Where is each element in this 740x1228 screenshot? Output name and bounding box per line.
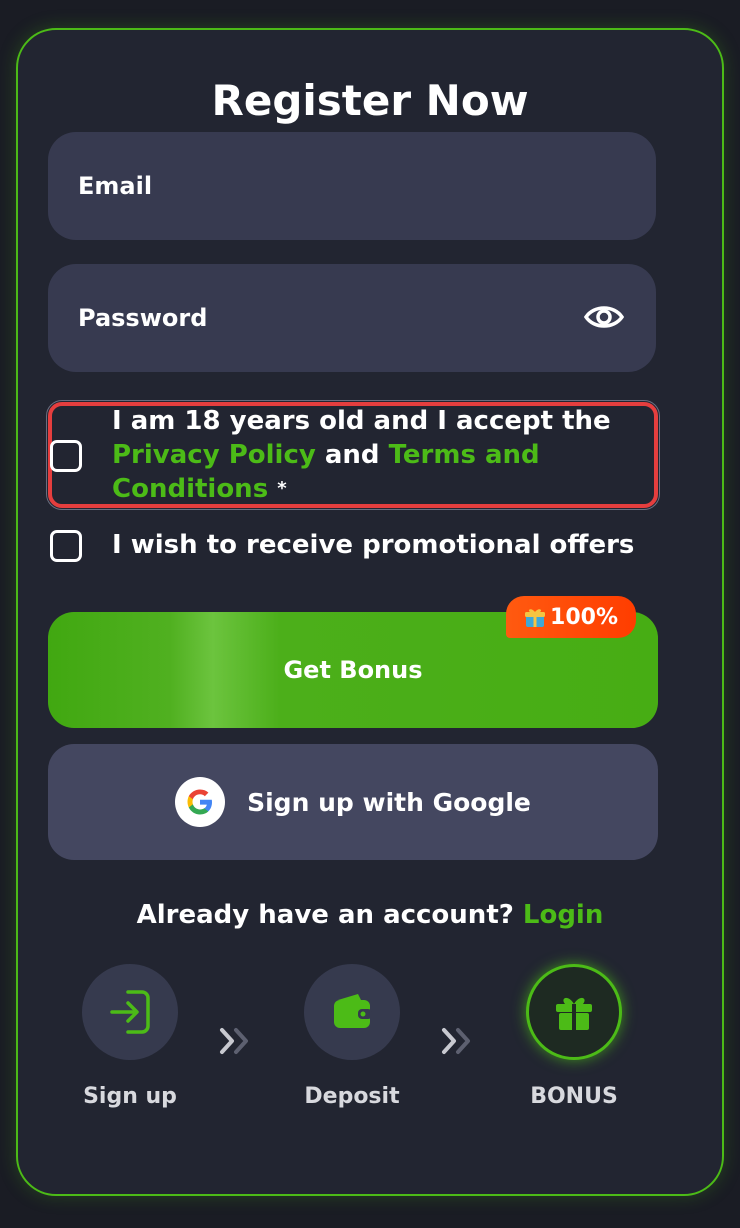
- email-placeholder: Email: [78, 172, 153, 200]
- required-mark: *: [277, 478, 287, 499]
- bonus-badge: 100%: [506, 596, 636, 638]
- page-title: Register Now: [211, 76, 529, 125]
- privacy-policy-link[interactable]: Privacy Policy: [112, 440, 316, 470]
- google-signup-button[interactable]: Sign up with Google: [48, 744, 658, 860]
- wallet-icon: [334, 994, 372, 1028]
- terms-prefix: I am 18 years old and I accept the: [112, 406, 611, 436]
- promo-label: I wish to receive promotional offers: [112, 530, 635, 560]
- login-link[interactable]: Login: [523, 900, 603, 930]
- step-label-signup: Sign up: [83, 1084, 177, 1109]
- password-field[interactable]: Password: [48, 264, 656, 372]
- step-deposit: [304, 964, 400, 1060]
- chevron-right-icon: [442, 1028, 470, 1054]
- step-bonus: [526, 964, 622, 1060]
- step-signup: [82, 964, 178, 1060]
- google-icon: [175, 777, 226, 827]
- sign-in-icon: [110, 990, 150, 1034]
- get-bonus-label: Get Bonus: [283, 656, 423, 684]
- email-field[interactable]: Email: [48, 132, 656, 240]
- terms-and: and: [324, 440, 380, 470]
- step-label-bonus: BONUS: [530, 1084, 618, 1109]
- terms-checkbox[interactable]: [50, 440, 82, 472]
- step-label-deposit: Deposit: [304, 1084, 400, 1109]
- gift-badge-icon: [525, 609, 546, 627]
- password-placeholder: Password: [78, 304, 208, 332]
- login-prompt-text: Already have an account?: [136, 900, 514, 930]
- chevron-right-icon: [220, 1028, 248, 1054]
- login-prompt: Already have an account? Login: [0, 900, 740, 930]
- gift-icon: [556, 997, 592, 1030]
- eye-icon[interactable]: [584, 302, 624, 332]
- terms-label: I am 18 years old and I accept the Priva…: [112, 404, 652, 506]
- bonus-badge-text: 100%: [550, 604, 618, 630]
- promo-checkbox[interactable]: [50, 530, 82, 562]
- google-signup-label: Sign up with Google: [247, 787, 531, 817]
